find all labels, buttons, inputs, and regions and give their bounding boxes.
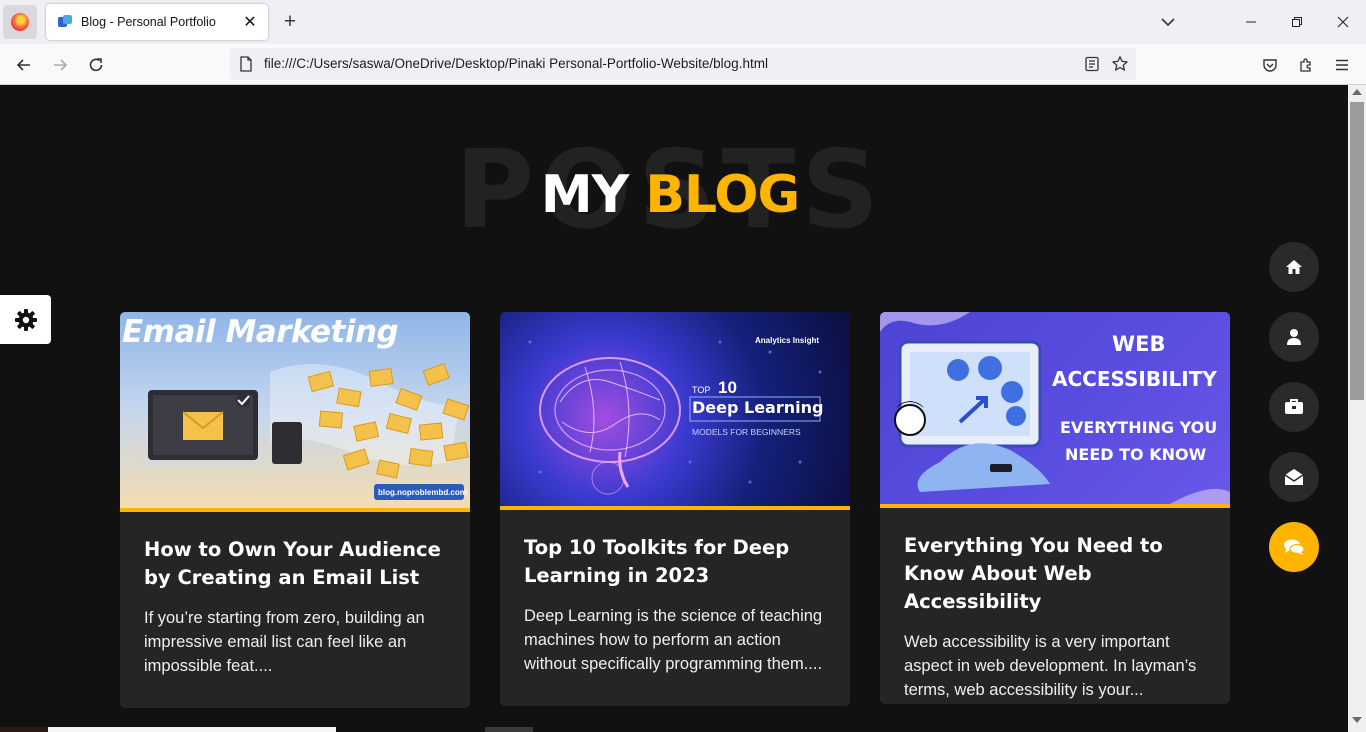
image-number: 10 — [718, 378, 737, 397]
new-tab-button[interactable]: + — [277, 9, 303, 35]
menu-button[interactable] — [1328, 51, 1356, 79]
reload-icon — [89, 58, 103, 72]
hamburger-menu-icon — [1336, 59, 1348, 71]
restore-icon — [1292, 17, 1302, 27]
next-row-strip — [485, 727, 533, 732]
arrow-left-icon — [16, 59, 30, 71]
minimize-icon — [1246, 21, 1256, 23]
card-excerpt: Deep Learning is the science of teaching… — [524, 607, 823, 673]
envelope-open-icon — [1284, 469, 1304, 485]
image-footer: blog.noproblembd.com — [378, 488, 467, 497]
card-accent-bar — [120, 508, 470, 512]
scroll-thumb[interactable] — [1350, 102, 1364, 400]
card-accent-bar — [880, 504, 1230, 508]
image-headline: Deep Learning — [692, 398, 824, 417]
image-sub-2: NEED TO KNOW — [1065, 445, 1207, 464]
chevron-down-icon — [1161, 18, 1175, 27]
tab-title: Blog - Personal Portfolio — [81, 15, 216, 29]
card-excerpt: If you’re starting from zero, building a… — [144, 609, 425, 675]
card-title[interactable]: How to Own Your Audience by Creating an … — [120, 536, 470, 592]
pocket-icon — [1263, 59, 1277, 72]
email-marketing-image[interactable]: Email Marketing blog.noproblembd.com — [120, 312, 470, 508]
next-row-strip — [0, 727, 48, 732]
settings-toggle-button[interactable] — [0, 295, 51, 344]
briefcase-icon — [1285, 399, 1303, 414]
image-caption: Email Marketing — [122, 314, 399, 350]
title-white: MY — [540, 165, 629, 225]
nav-about-button[interactable] — [1269, 312, 1319, 362]
blog-card[interactable]: Analytics Insight TOP 10 Deep Learning M… — [500, 312, 850, 706]
favicon-icon — [57, 14, 73, 30]
list-all-tabs-button[interactable] — [1156, 10, 1180, 34]
nav-contact-button[interactable] — [1269, 452, 1319, 502]
user-icon — [1287, 329, 1301, 345]
close-window-button[interactable] — [1328, 7, 1358, 37]
navigation-toolbar: file:///C:/Users/saswa/OneDrive/Desktop/… — [0, 44, 1366, 85]
image-sub-1: EVERYTHING YOU — [1060, 418, 1218, 437]
firefox-icon — [11, 13, 29, 31]
restore-button[interactable] — [1282, 7, 1312, 37]
gear-icon — [14, 308, 37, 331]
nav-home-button[interactable] — [1269, 242, 1319, 292]
image-headline-2: ACCESSIBILITY — [1052, 367, 1217, 391]
title-yellow: BLOG — [645, 165, 800, 225]
page-scrollbar[interactable] — [1348, 85, 1366, 732]
web-accessibility-image[interactable]: WEB ACCESSIBILITY EVERYTHING YOU NEED TO… — [880, 312, 1230, 504]
nav-portfolio-button[interactable] — [1269, 382, 1319, 432]
blog-card[interactable]: WEB ACCESSIBILITY EVERYTHING YOU NEED TO… — [880, 312, 1230, 704]
url-text: file:///C:/Users/saswa/OneDrive/Desktop/… — [264, 56, 768, 71]
scroll-down-arrow-icon[interactable] — [1352, 717, 1362, 723]
address-bar[interactable]: file:///C:/Users/saswa/OneDrive/Desktop/… — [230, 48, 1136, 80]
card-excerpt: Web accessibility is a very important as… — [904, 633, 1197, 699]
comments-icon — [1284, 539, 1305, 555]
close-icon — [1337, 16, 1349, 28]
puzzle-icon — [1300, 58, 1311, 72]
image-top-label: TOP — [692, 385, 711, 395]
reload-button[interactable] — [82, 51, 110, 79]
bookmark-star-icon[interactable] — [1111, 55, 1129, 73]
image-brand: Analytics Insight — [755, 336, 820, 345]
home-icon — [1286, 260, 1302, 274]
reader-view-icon[interactable] — [1084, 56, 1100, 72]
page-icon — [240, 56, 252, 72]
image-headline-1: WEB — [1112, 332, 1166, 356]
image-subline: MODELS FOR BEGINNERS — [692, 427, 801, 437]
minimize-button[interactable] — [1236, 7, 1266, 37]
card-title[interactable]: Everything You Need to Know About Web Ac… — [880, 532, 1230, 616]
card-title[interactable]: Top 10 Toolkits for Deep Learning in 202… — [500, 534, 850, 590]
tab-bar: Blog - Personal Portfolio ✕ + — [0, 0, 1366, 44]
page-title: MY BLOG — [440, 169, 900, 221]
back-button[interactable] — [10, 51, 38, 79]
firefox-view-button[interactable] — [3, 5, 37, 39]
page-content: POSTS MY BLOG Email Marketing blog.nopro… — [0, 85, 1348, 732]
pocket-button[interactable] — [1256, 51, 1284, 79]
next-row-strip — [48, 727, 336, 732]
tab-close-button[interactable]: ✕ — [238, 10, 262, 34]
scroll-up-arrow-icon[interactable] — [1352, 89, 1362, 95]
forward-button[interactable] — [46, 51, 74, 79]
nav-blog-button[interactable] — [1269, 522, 1319, 572]
arrow-right-icon — [54, 59, 68, 71]
extensions-button[interactable] — [1292, 51, 1320, 79]
card-accent-bar — [500, 506, 850, 510]
blog-card[interactable]: Email Marketing blog.noproblembd.com How… — [120, 312, 470, 708]
accessibility-illustration — [880, 312, 1230, 504]
browser-tab[interactable]: Blog - Personal Portfolio ✕ — [46, 4, 268, 40]
deep-learning-image[interactable]: Analytics Insight TOP 10 Deep Learning M… — [500, 312, 850, 506]
